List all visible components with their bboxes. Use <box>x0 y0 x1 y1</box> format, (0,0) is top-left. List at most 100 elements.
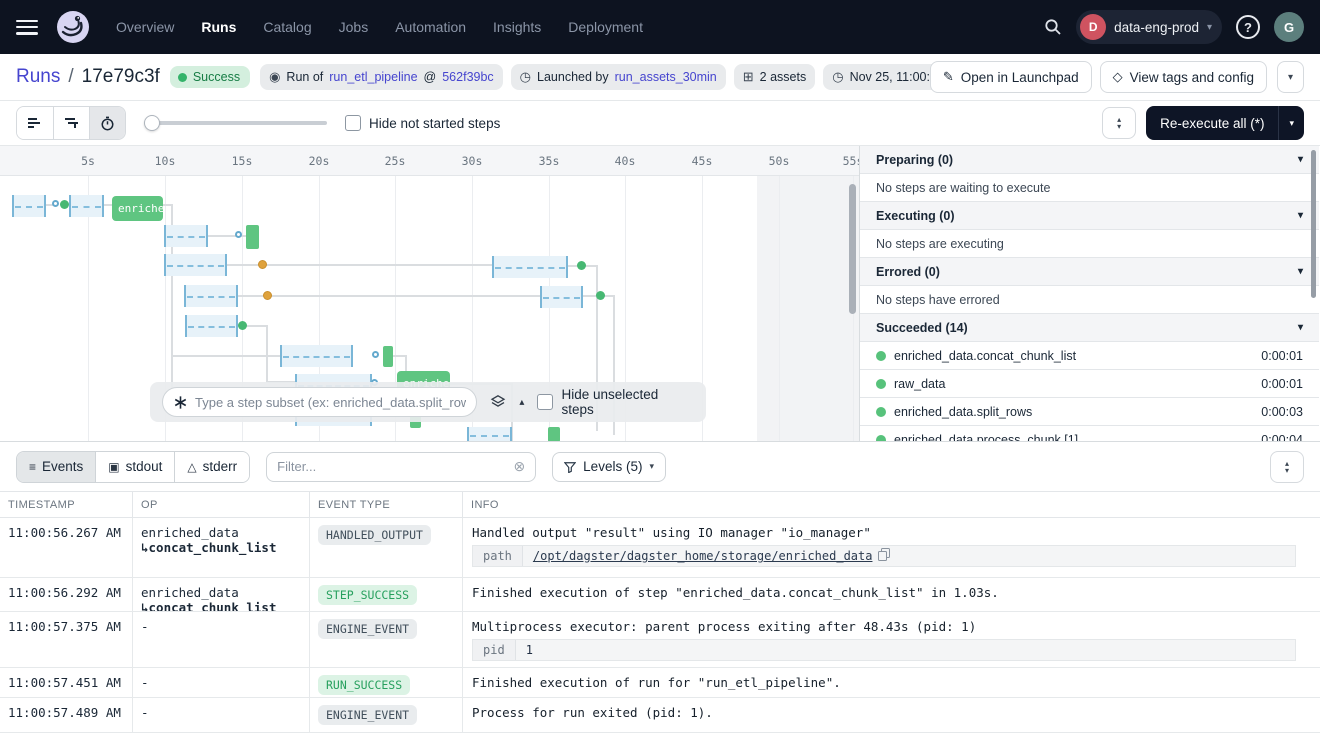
clear-filter-icon[interactable]: ⊗ <box>513 458 525 475</box>
step-marker-success <box>596 291 605 300</box>
button-label: View tags and config <box>1130 70 1254 85</box>
step-name: enriched_data.concat_chunk_list <box>894 349 1076 363</box>
tab-events[interactable]: ≡Events <box>17 452 95 482</box>
log-tabs: ≡Events▣stdout△stderr <box>16 451 250 483</box>
panel-scrollbar[interactable] <box>1311 150 1316 298</box>
step-bar-success[interactable] <box>383 346 393 367</box>
user-avatar[interactable]: G <box>1274 12 1304 42</box>
event-log-row: 11:00:56.267 AMenriched_data↳concat_chun… <box>0 518 1320 578</box>
step-bar-pending[interactable] <box>69 195 104 217</box>
breadcrumb-runs-link[interactable]: Runs <box>16 66 60 88</box>
nav-item-catalog[interactable]: Catalog <box>263 19 311 35</box>
gantt-time-axis: 5s10s15s20s25s30s35s40s45s50s55s <box>0 146 859 176</box>
flatten-view-icon[interactable] <box>17 107 53 139</box>
step-bar-success-labeled[interactable]: enriche. <box>112 196 163 221</box>
tag-text: Launched by <box>537 70 609 84</box>
event-type-badge: ENGINE_EVENT <box>318 705 417 725</box>
step-bar-pending[interactable] <box>185 315 238 337</box>
reexecute-all-button[interactable]: Re-execute all (*) <box>1146 106 1278 140</box>
step-bar-pending[interactable] <box>184 285 238 307</box>
axis-tick-label: 45s <box>692 154 713 168</box>
log-filter-input[interactable] <box>277 459 505 474</box>
event-log-row: 11:00:56.292 AMenriched_data↳concat_chun… <box>0 578 1320 612</box>
nav-item-deployment[interactable]: Deployment <box>568 19 643 35</box>
warning-icon: △ <box>187 460 196 474</box>
nav-item-jobs[interactable]: Jobs <box>339 19 369 35</box>
panel-section-executing[interactable]: Executing (0)▾ <box>860 202 1319 230</box>
button-label: Open in Launchpad <box>961 70 1079 85</box>
open-in-launchpad-button[interactable]: ✎Open in Launchpad <box>930 61 1092 93</box>
step-bar-pending[interactable] <box>12 195 46 217</box>
hide-unselected-checkbox[interactable] <box>537 394 553 410</box>
tab-stdout[interactable]: ▣stdout <box>95 452 174 482</box>
col-event-type: EVENT TYPE <box>310 492 463 517</box>
step-marker-pending <box>52 200 59 207</box>
step-bar-pending[interactable] <box>280 345 353 367</box>
step-subset-input[interactable] <box>195 395 466 410</box>
breadcrumb-separator: / <box>68 66 73 88</box>
step-name: enriched_data.process_chunk [1] <box>894 433 1078 442</box>
step-bar-pending[interactable] <box>492 256 568 278</box>
levels-filter-button[interactable]: Levels (5) ▾ <box>552 452 666 482</box>
log-expand-collapse-button[interactable]: ▴▾ <box>1270 451 1304 483</box>
tag-link[interactable]: 562f39bc <box>442 70 493 84</box>
success-dot-icon <box>876 407 886 417</box>
zoom-slider-knob[interactable] <box>144 115 160 131</box>
gantt-view-toggle <box>16 106 126 140</box>
panel-section-preparing[interactable]: Preparing (0)▾ <box>860 146 1319 174</box>
tag-link[interactable]: run_etl_pipeline <box>329 70 417 84</box>
search-icon[interactable] <box>1044 18 1062 36</box>
axis-tick-label: 20s <box>309 154 330 168</box>
nav-item-runs[interactable]: Runs <box>201 19 236 35</box>
view-tags-and-config-button[interactable]: ◇View tags and config <box>1100 61 1267 93</box>
chevron-down-icon: ▾ <box>1207 22 1212 33</box>
hide-not-started-checkbox[interactable] <box>345 115 361 131</box>
expand-collapse-button[interactable]: ▴▾ <box>1102 107 1136 139</box>
axis-gridline <box>88 146 89 441</box>
zoom-slider[interactable] <box>144 121 327 125</box>
step-subset-overlay: ▴ Hide unselected steps <box>150 382 706 422</box>
tag-link[interactable]: run_assets_30min <box>615 70 717 84</box>
status-badge: Success <box>170 66 250 88</box>
step-bar-pending[interactable] <box>540 286 583 308</box>
panel-section-errored[interactable]: Errored (0)▾ <box>860 258 1319 286</box>
tab-stderr[interactable]: △stderr <box>174 452 249 482</box>
step-list-item[interactable]: enriched_data.concat_chunk_list0:00:01 <box>860 342 1319 370</box>
nav-item-automation[interactable]: Automation <box>395 19 466 35</box>
step-name: enriched_data.split_rows <box>894 405 1032 419</box>
nav-items: Overview Runs Catalog Jobs Automation Insight… <box>116 19 643 35</box>
clock-icon: ◷ <box>520 69 531 85</box>
run-tag-1: ◷ Launched by run_assets_30min <box>511 64 726 90</box>
step-marker-success <box>60 200 69 209</box>
step-bar-pending[interactable] <box>164 254 227 276</box>
step-bar-success[interactable] <box>246 225 259 249</box>
reexecute-dropdown-icon[interactable]: ▾ <box>1278 106 1304 140</box>
step-marker-skipped <box>263 291 272 300</box>
step-bar-success[interactable] <box>548 427 560 441</box>
help-icon[interactable]: ? <box>1236 15 1260 39</box>
copy-icon[interactable] <box>878 548 890 564</box>
step-list-item[interactable]: raw_data0:00:01 <box>860 370 1319 398</box>
step-bar-pending[interactable] <box>467 427 512 441</box>
layers-icon[interactable] <box>490 394 506 410</box>
panel-section-succeeded[interactable]: Succeeded (14)▾ <box>860 314 1319 342</box>
gantt-scrollbar[interactable] <box>849 184 856 314</box>
hamburger-menu-icon[interactable] <box>16 20 38 35</box>
step-list-item[interactable]: enriched_data.process_chunk [1]0:00:04 <box>860 426 1319 441</box>
step-list-item[interactable]: enriched_data.split_rows0:00:03 <box>860 398 1319 426</box>
metadata-path-link[interactable]: /opt/dagster/dagster_home/storage/enrich… <box>533 549 873 563</box>
axis-tick-label: 55s <box>843 154 860 168</box>
tab-label: stdout <box>126 459 163 474</box>
gantt-chart: 5s10s15s20s25s30s35s40s45s50s55s enriche… <box>0 146 860 441</box>
collapse-overlay-icon[interactable]: ▴ <box>519 397 524 408</box>
axis-tick-label: 25s <box>385 154 406 168</box>
event-type-cell: RUN_SUCCESS <box>310 668 463 697</box>
waterfall-view-icon[interactable] <box>53 107 89 139</box>
step-bar-pending[interactable] <box>164 225 208 247</box>
timing-view-icon[interactable] <box>89 107 125 139</box>
nav-item-overview[interactable]: Overview <box>116 19 174 35</box>
header-more-button[interactable]: ▾ <box>1277 61 1304 93</box>
metadata-key: path <box>473 546 523 566</box>
nav-item-insights[interactable]: Insights <box>493 19 541 35</box>
workspace-switcher[interactable]: D data-eng-prod ▾ <box>1076 10 1222 44</box>
